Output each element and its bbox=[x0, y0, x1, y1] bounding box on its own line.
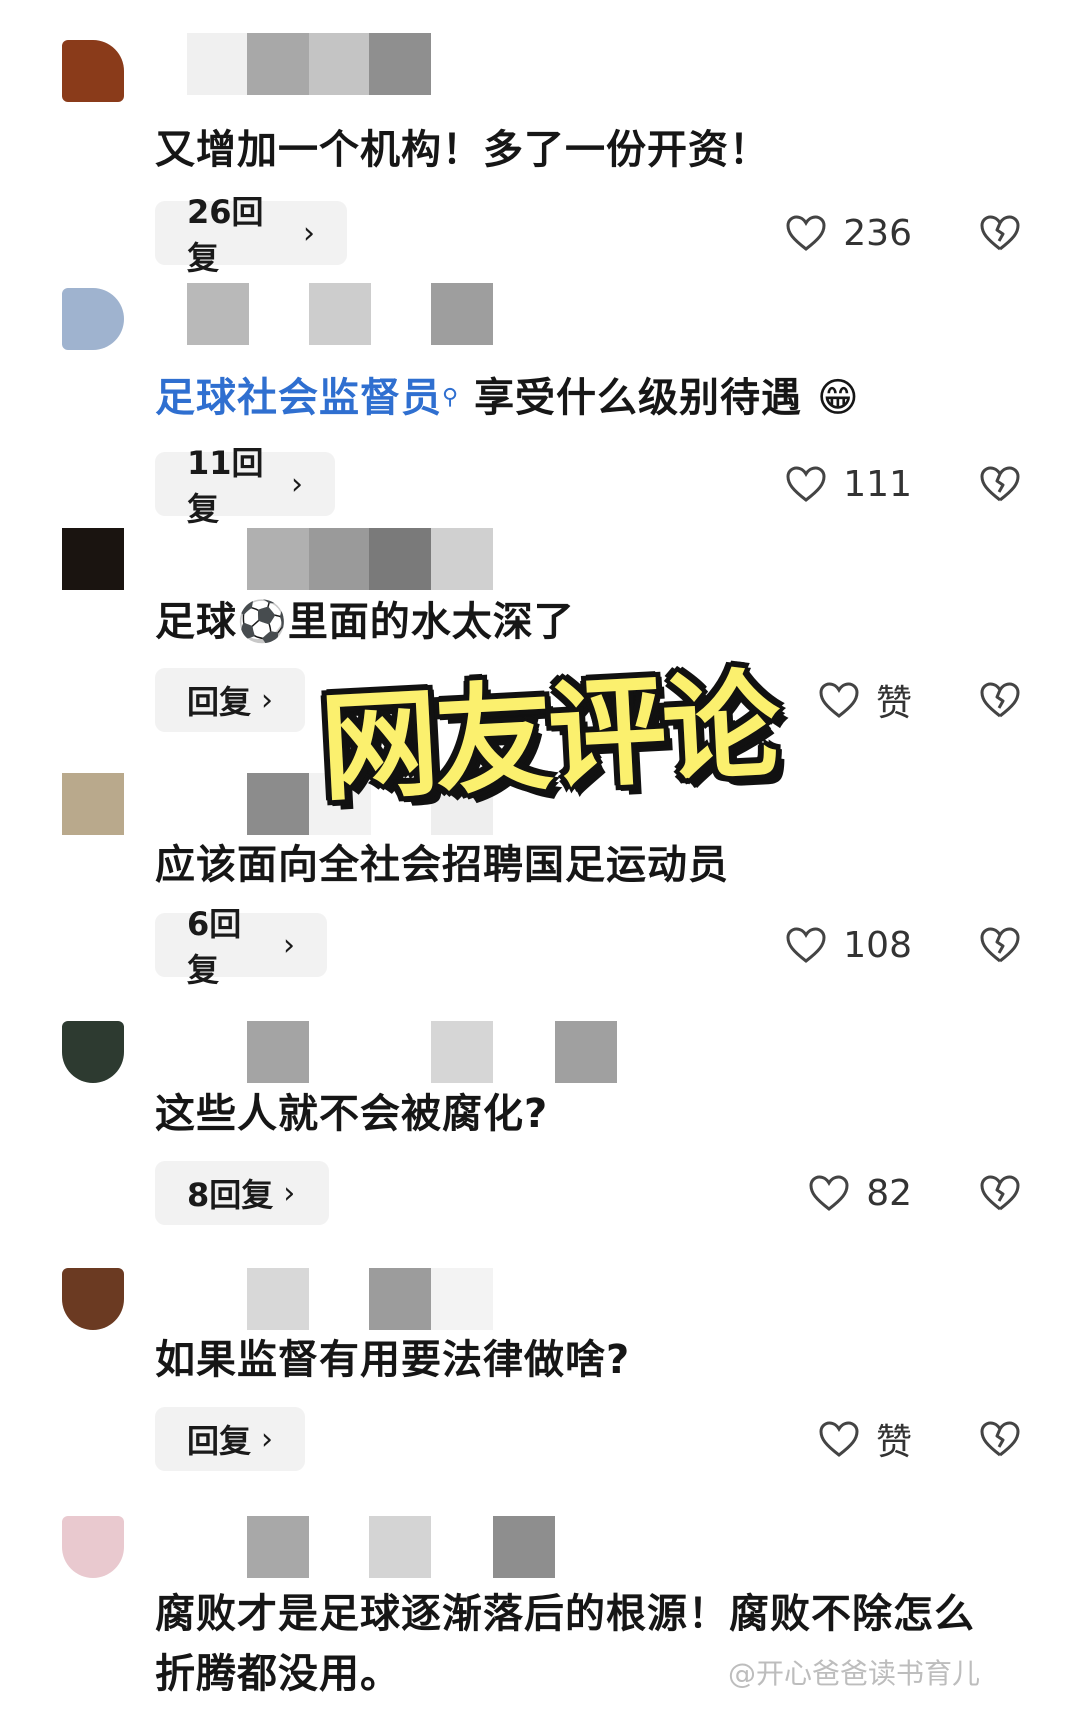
reply-label: 8回复 bbox=[187, 1176, 274, 1214]
overlay-title: 网友评论 bbox=[317, 655, 780, 818]
comment-text: 这些人就不会被腐化? bbox=[155, 1091, 549, 1137]
heart-icon bbox=[786, 927, 826, 963]
avatar[interactable] bbox=[62, 1268, 124, 1330]
username-meta-blurred bbox=[155, 1021, 675, 1083]
like-count: 108 bbox=[843, 924, 912, 966]
heart-icon bbox=[786, 215, 826, 251]
heart-icon bbox=[819, 682, 859, 718]
username-meta-blurred bbox=[155, 528, 675, 590]
broken-heart-icon[interactable] bbox=[978, 1419, 1022, 1459]
watermark: @开心爸爸读书育儿 bbox=[728, 1657, 981, 1690]
reply-button[interactable]: 8回复 › bbox=[155, 1161, 329, 1225]
reply-button[interactable]: 回复 › bbox=[155, 1407, 305, 1471]
username-meta-blurred bbox=[155, 1516, 675, 1578]
reply-label: 11回复 bbox=[187, 444, 264, 528]
avatar[interactable] bbox=[62, 288, 124, 350]
avatar[interactable] bbox=[62, 528, 124, 590]
heart-icon bbox=[819, 1421, 859, 1457]
avatar[interactable] bbox=[62, 1516, 124, 1578]
chevron-right-icon: › bbox=[303, 215, 315, 251]
chevron-right-icon: › bbox=[261, 1421, 273, 1457]
heart-icon bbox=[809, 1175, 849, 1211]
grinning-emoji: 😁 bbox=[817, 375, 860, 421]
reply-label: 回复 bbox=[187, 683, 252, 721]
like-count: 赞 bbox=[875, 1422, 912, 1463]
chevron-right-icon: › bbox=[291, 466, 303, 502]
comment-text: 足球社会监督员⚲ 享受什么级别待遇 😁 bbox=[155, 373, 860, 423]
broken-heart-icon[interactable] bbox=[978, 213, 1022, 253]
comment-text: 如果监督有用要法律做啥? bbox=[155, 1337, 631, 1383]
reply-button[interactable]: 26回复 › bbox=[155, 193, 347, 277]
like-count: 236 bbox=[843, 212, 912, 254]
avatar[interactable] bbox=[62, 773, 124, 835]
comment-text-rest: 享受什么级别待遇 bbox=[474, 375, 803, 421]
comment-text-b: 里面的水太深了 bbox=[287, 599, 575, 645]
broken-heart-icon[interactable] bbox=[978, 925, 1022, 965]
like-count: 82 bbox=[866, 1172, 912, 1214]
chevron-right-icon: › bbox=[283, 927, 295, 963]
heart-icon bbox=[786, 466, 826, 502]
chevron-right-icon: › bbox=[283, 1175, 296, 1211]
like-count: 赞 bbox=[875, 683, 912, 724]
broken-heart-icon[interactable] bbox=[978, 680, 1022, 720]
like-button[interactable]: 111 bbox=[785, 452, 912, 516]
reply-label: 回复 bbox=[187, 1422, 252, 1460]
topic-link[interactable]: 足球社会监督员 bbox=[155, 375, 442, 421]
like-button[interactable]: 108 bbox=[785, 913, 912, 977]
username-meta-blurred bbox=[155, 283, 675, 345]
broken-heart-icon[interactable] bbox=[978, 1173, 1022, 1213]
search-icon: ⚲ bbox=[442, 385, 460, 410]
reply-button[interactable]: 回复 › bbox=[155, 668, 305, 732]
avatar[interactable] bbox=[62, 1021, 124, 1083]
comment-text-line1: 腐败才是足球逐渐落后的根源！腐败不除怎么 bbox=[155, 1591, 975, 1637]
username-meta-blurred bbox=[155, 1268, 675, 1330]
username-meta-blurred bbox=[155, 33, 675, 95]
like-count: 111 bbox=[843, 463, 912, 505]
soccer-ball-emoji: ⚽ bbox=[237, 599, 288, 645]
like-button[interactable]: 82 bbox=[808, 1161, 912, 1225]
comment-text: 足球⚽里面的水太深了 bbox=[155, 597, 575, 647]
like-button[interactable]: 赞 bbox=[818, 668, 912, 732]
comment-text-a: 足球 bbox=[155, 599, 237, 645]
like-button[interactable]: 236 bbox=[785, 201, 912, 265]
avatar[interactable] bbox=[62, 40, 124, 102]
comment-text-line2: 折腾都没用。 bbox=[155, 1651, 401, 1697]
reply-label: 26回复 bbox=[187, 193, 264, 277]
reply-button[interactable]: 11回复 › bbox=[155, 444, 335, 528]
like-button[interactable]: 赞 bbox=[818, 1407, 912, 1471]
broken-heart-icon[interactable] bbox=[978, 464, 1022, 504]
reply-label: 6回复 bbox=[187, 905, 242, 989]
chevron-right-icon: › bbox=[261, 682, 273, 718]
comment-text: 又增加一个机构！多了一份开资！ bbox=[155, 127, 770, 173]
comment-text: 应该面向全社会招聘国足运动员 bbox=[155, 842, 729, 888]
reply-button[interactable]: 6回复 › bbox=[155, 905, 327, 989]
